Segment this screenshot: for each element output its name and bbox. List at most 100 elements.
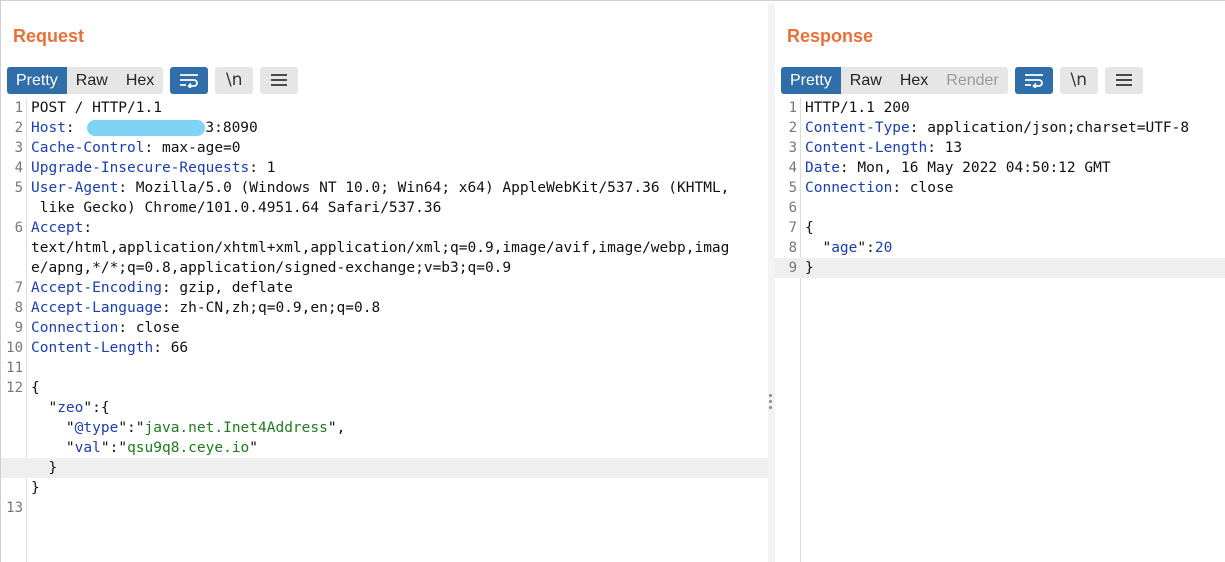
- code-line: 9}: [775, 258, 1225, 278]
- request-tab-hex[interactable]: Hex: [117, 67, 163, 94]
- json-number: 20: [874, 240, 893, 256]
- header-value: 3:8090: [205, 120, 258, 136]
- line-number: 8: [14, 300, 23, 316]
- response-code: 1 HTTP/1.1 200 2 Content-Type: application/…: [775, 98, 1225, 278]
- request-show-newlines-button[interactable]: \n: [215, 66, 254, 94]
- line-number: 1: [788, 100, 797, 116]
- response-tab-pretty[interactable]: Pretty: [781, 66, 841, 94]
- code-line: 11: [1, 358, 768, 378]
- code-line: "zeo":{: [1, 398, 768, 418]
- json-key: val: [74, 440, 101, 456]
- line-text: text/html,application/xhtml+xml,applicat…: [31, 240, 730, 256]
- line-number: 12: [6, 380, 23, 396]
- line-number: 9: [788, 260, 797, 276]
- json-comma: ,: [336, 420, 346, 436]
- header-name: Accept: [31, 220, 84, 236]
- code-line: 5 Connection: close: [775, 178, 1225, 198]
- line-text: Date: Mon, 16 May 2022 04:50:12 GMT: [805, 160, 1111, 176]
- code-line: 6 Accept:: [1, 218, 768, 238]
- code-line: 9 Connection: close: [1, 318, 768, 338]
- header-name: Accept-Encoding: [31, 280, 162, 296]
- header-value: close: [135, 320, 180, 336]
- header-value: max-age=0: [161, 140, 241, 156]
- line-text: Accept-Language: zh-CN,zh;q=0.9,en;q=0.8: [31, 300, 381, 316]
- code-line: 7 Accept-Encoding: gzip, deflate: [1, 278, 768, 298]
- header-value: 13: [944, 140, 963, 156]
- line-text: Cache-Control: max-age=0: [31, 140, 241, 156]
- response-tab-hex[interactable]: Hex: [891, 67, 937, 94]
- line-text: {: [805, 220, 814, 236]
- response-tab-raw[interactable]: Raw: [841, 67, 891, 94]
- request-tab-raw[interactable]: Raw: [67, 67, 117, 94]
- json-key: age: [831, 240, 858, 256]
- header-name: Upgrade-Insecure-Requests: [31, 160, 250, 176]
- request-code: 1 POST / HTTP/1.1 2 Host: 3:8090 3 Cache-Cont…: [1, 98, 768, 518]
- code-line: 2 Content-Type: application/json;charset=…: [775, 118, 1225, 138]
- response-show-newlines-button[interactable]: \n: [1059, 66, 1098, 94]
- line-text: Content-Type: application/json;charset=U…: [805, 120, 1190, 136]
- header-value: zh-CN,zh;q=0.9,en;q=0.8: [179, 300, 381, 316]
- code-line: 12 {: [1, 378, 768, 398]
- json-brace: :{: [92, 400, 110, 416]
- line-text: Upgrade-Insecure-Requests: 1: [31, 160, 276, 176]
- response-editor[interactable]: 1 HTTP/1.1 200 2 Content-Type: application/…: [775, 98, 1225, 562]
- header-value: 1: [266, 160, 276, 176]
- code-line: 10 Content-Length: 66: [1, 338, 768, 358]
- redacted-host: [87, 120, 206, 136]
- pane-divider[interactable]: [768, 4, 775, 562]
- line-text: Accept-Encoding: gzip, deflate: [31, 280, 293, 296]
- divider-grip-icon[interactable]: [769, 394, 773, 412]
- code-line: }: [1, 478, 768, 498]
- code-line: 8 "age":20: [775, 238, 1225, 258]
- line-text: "val":"qsu9q8.ceye.io": [31, 440, 259, 456]
- line-number: 8: [788, 240, 797, 256]
- line-text: {: [31, 380, 40, 396]
- response-view-tabs: Pretty Raw Hex Render: [781, 66, 1008, 94]
- header-value: 66: [170, 340, 189, 356]
- response-menu-button[interactable]: [1104, 66, 1143, 94]
- line-text: "zeo":{: [31, 400, 110, 416]
- request-pane: Request Pretty Raw Hex \n 1 POST / HTTP/1…: [1, 4, 768, 562]
- newline-icon: \n: [1070, 70, 1087, 90]
- line-number: 5: [788, 180, 797, 196]
- header-name: Connection: [31, 320, 119, 336]
- code-line: 3 Content-Length: 13: [775, 138, 1225, 158]
- json-string: java.net.Inet4Address: [144, 420, 328, 436]
- line-number: 2: [788, 120, 797, 136]
- line-text: }: [31, 460, 58, 476]
- request-menu-button[interactable]: [260, 66, 299, 94]
- header-name: Accept-Language: [31, 300, 162, 316]
- header-value: gzip, deflate: [179, 280, 293, 296]
- header-name: User-Agent: [31, 180, 119, 196]
- response-title: Response: [787, 26, 874, 46]
- code-line: "@type":"java.net.Inet4Address",: [1, 418, 768, 438]
- header-value: Mozilla/5.0 (Windows NT 10.0; Win64; x64…: [135, 180, 730, 196]
- code-line: 13: [1, 498, 768, 518]
- wrap-lines-icon: [1024, 74, 1043, 88]
- code-line: 2 Host: 3:8090: [1, 118, 768, 138]
- header-value: application/json;charset=UTF-8: [927, 120, 1190, 136]
- code-line: 1 HTTP/1.1 200: [775, 98, 1225, 118]
- code-line: 4 Date: Mon, 16 May 2022 04:50:12 GMT: [775, 158, 1225, 178]
- line-number: 11: [6, 360, 23, 376]
- request-tab-pretty[interactable]: Pretty: [7, 66, 67, 94]
- response-tab-render[interactable]: Render: [937, 67, 1007, 94]
- code-line: }: [1, 458, 768, 478]
- code-line: 8 Accept-Language: zh-CN,zh;q=0.9,en;q=0.…: [1, 298, 768, 318]
- line-text: "@type":"java.net.Inet4Address",: [31, 420, 346, 436]
- response-wrap-lines-button[interactable]: [1014, 66, 1053, 94]
- line-number: 3: [788, 140, 797, 156]
- line-text: Host: 3:8090: [31, 120, 258, 136]
- request-view-tabs: Pretty Raw Hex: [7, 66, 164, 94]
- request-wrap-lines-button[interactable]: [170, 66, 209, 94]
- code-line: "val":"qsu9q8.ceye.io": [1, 438, 768, 458]
- wrap-lines-icon: [180, 74, 199, 88]
- request-editor[interactable]: 1 POST / HTTP/1.1 2 Host: 3:8090 3 Cache-Cont…: [1, 98, 768, 562]
- line-text: User-Agent: Mozilla/5.0 (Windows NT 10.0…: [31, 180, 730, 196]
- newline-icon: \n: [226, 70, 243, 90]
- line-number: 13: [6, 500, 23, 516]
- line-text: e/apng,*/*;q=0.8,application/signed-exch…: [31, 260, 512, 276]
- header-name: Date: [805, 160, 840, 176]
- line-number: 6: [788, 200, 797, 216]
- header-name: Content-Length: [31, 340, 154, 356]
